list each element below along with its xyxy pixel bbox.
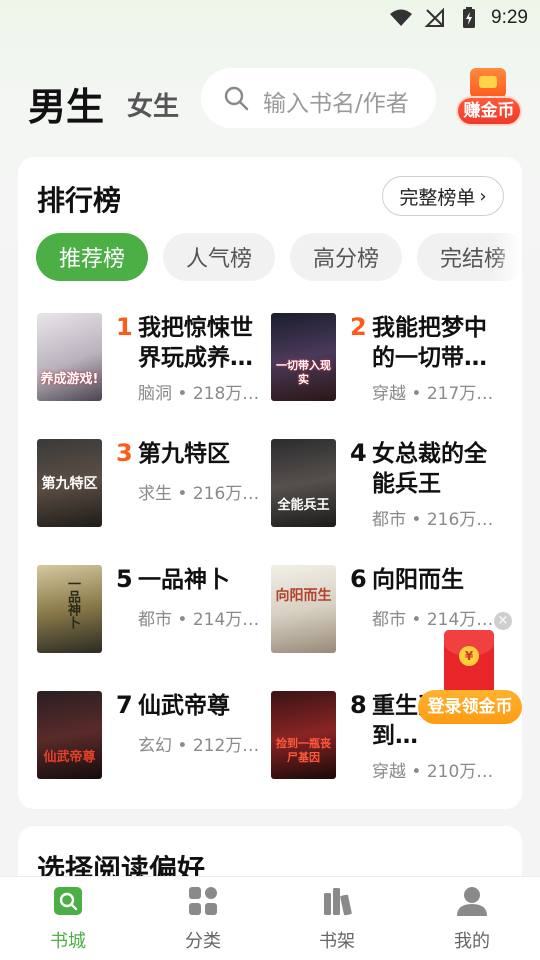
red-packet-icon: ¥ xyxy=(444,630,494,694)
nav-bookstore[interactable]: 书城 xyxy=(28,885,108,955)
book-title: 女总裁的全能兵王 xyxy=(372,441,487,497)
nav-label: 书架 xyxy=(319,931,355,952)
rank-number: 2 xyxy=(350,313,367,341)
nav-label: 分类 xyxy=(185,931,221,952)
book-title: 我把惊悚世界玩成养… xyxy=(138,315,253,371)
book-title: 向阳而生 xyxy=(372,567,464,593)
book-title: 仙武帝尊 xyxy=(138,693,230,719)
book-item[interactable]: 养成游戏! 1 我把惊悚世界玩成养… 脑洞 • 218万… xyxy=(37,313,271,405)
book-cover: 养成游戏! xyxy=(37,313,102,401)
book-item[interactable]: 一品神卜 5 一品神卜 都市 • 214万… xyxy=(37,565,271,657)
rank-number: 4 xyxy=(350,439,367,467)
book-item[interactable]: 仙武帝尊 7 仙武帝尊 玄幻 • 212万… xyxy=(37,691,271,783)
search-input[interactable]: 输入书名/作者 xyxy=(201,68,436,128)
book-meta: 穿越 • 210万… xyxy=(372,762,494,782)
nav-category[interactable]: 分类 xyxy=(163,885,243,955)
book-cover: 第九特区 xyxy=(37,439,102,527)
book-title: 我能把梦中的一切带… xyxy=(372,315,487,371)
login-coin-label: 登录领金币 xyxy=(418,690,522,724)
book-item[interactable]: 第九特区 3 第九特区 求生 • 216万… xyxy=(37,439,271,531)
bookshelf-icon xyxy=(324,888,352,916)
earn-coins-button[interactable]: 赚金币 xyxy=(456,68,522,130)
nav-profile[interactable]: 我的 xyxy=(432,885,512,955)
search-icon xyxy=(224,86,249,111)
coin-icon: ¥ xyxy=(459,646,479,666)
book-cover: 捡到一瓶丧尸基因 xyxy=(271,691,336,779)
battery-charging-icon xyxy=(463,7,476,28)
book-meta: 脑洞 • 218万… xyxy=(138,384,260,404)
book-cover: 一切带入现实 xyxy=(271,313,336,401)
book-title: 一品神卜 xyxy=(138,567,230,593)
book-meta: 都市 • 214万… xyxy=(138,610,260,630)
tab-female[interactable]: 女生 xyxy=(127,86,179,123)
book-cover: 仙武帝尊 xyxy=(37,691,102,779)
book-cover: 全能兵王 xyxy=(271,439,336,527)
rank-number: 7 xyxy=(116,691,133,719)
nav-bookshelf[interactable]: 书架 xyxy=(297,885,377,955)
wifi-icon xyxy=(390,9,413,26)
rank-number: 1 xyxy=(116,313,133,341)
bookstore-icon xyxy=(54,887,82,915)
book-meta: 求生 • 216万… xyxy=(138,484,260,504)
bottom-nav: 书城 分类 书架 我的 xyxy=(0,876,540,960)
book-cover: 一品神卜 xyxy=(37,565,102,653)
ranking-tabs: 推荐榜 人气榜 高分榜 完结榜 xyxy=(36,233,522,283)
earn-coins-label: 赚金币 xyxy=(456,96,522,126)
profile-icon xyxy=(457,887,487,916)
chevron-right-icon: › xyxy=(479,185,487,207)
category-icon xyxy=(189,887,217,915)
status-bar: 9:29 xyxy=(0,0,540,36)
book-title: 第九特区 xyxy=(138,441,230,467)
tab-popular[interactable]: 人气榜 xyxy=(163,233,275,281)
full-list-label: 完整榜单 xyxy=(399,186,476,209)
tab-high-score[interactable]: 高分榜 xyxy=(290,233,402,281)
search-placeholder: 输入书名/作者 xyxy=(263,91,409,117)
book-meta: 穿越 • 217万… xyxy=(372,384,494,404)
book-item[interactable]: 一切带入现实 2 我能把梦中的一切带… 穿越 • 217万… xyxy=(271,313,505,405)
full-list-button[interactable]: 完整榜单 › xyxy=(382,176,504,216)
ranking-title: 排行榜 xyxy=(37,184,122,217)
coin-chest-icon xyxy=(470,68,506,98)
book-item[interactable]: 全能兵王 4 女总裁的全能兵王 都市 • 216万… xyxy=(271,439,505,531)
book-meta: 玄幻 • 212万… xyxy=(138,736,260,756)
close-icon[interactable]: × xyxy=(494,612,512,630)
rank-number: 8 xyxy=(350,691,367,719)
red-packet-widget[interactable]: ¥ × 登录领金币 xyxy=(418,612,522,724)
book-cover: 向阳而生 xyxy=(271,565,336,653)
rank-number: 3 xyxy=(116,439,133,467)
book-meta: 都市 • 216万… xyxy=(372,510,494,530)
header: 男生 女生 输入书名/作者 赚金币 xyxy=(0,62,540,134)
tab-male[interactable]: 男生 xyxy=(28,76,104,131)
nav-label: 书城 xyxy=(50,931,86,952)
nav-label: 我的 xyxy=(454,931,490,952)
rank-number: 5 xyxy=(116,565,133,593)
status-time: 9:29 xyxy=(491,7,528,28)
rank-number: 6 xyxy=(350,565,367,593)
tab-recommended[interactable]: 推荐榜 xyxy=(36,233,148,281)
no-signal-icon xyxy=(424,7,445,27)
